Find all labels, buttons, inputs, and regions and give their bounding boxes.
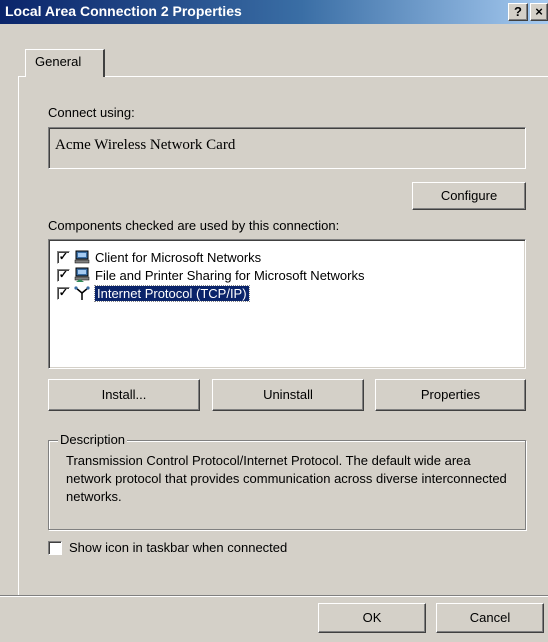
uninstall-button-label: Uninstall xyxy=(263,387,313,402)
cancel-button[interactable]: Cancel xyxy=(436,603,544,633)
component-label: Internet Protocol (TCP/IP) xyxy=(94,284,250,302)
tab-general[interactable]: General xyxy=(25,49,105,77)
component-checkbox[interactable]: ✓ xyxy=(57,250,70,264)
window-title: Local Area Connection 2 Properties xyxy=(5,3,242,19)
uninstall-button[interactable]: Uninstall xyxy=(212,379,364,411)
file-printer-sharing-icon xyxy=(74,267,90,282)
adapter-name-value: Acme Wireless Network Card xyxy=(55,137,236,153)
configure-button-label: Configure xyxy=(440,188,498,203)
component-checkbox[interactable]: ✓ xyxy=(57,268,70,282)
show-icon-label: Show icon in taskbar when connected xyxy=(69,540,288,555)
install-button-label: Install... xyxy=(101,387,147,402)
ok-button-label: OK xyxy=(362,610,382,625)
ok-button[interactable]: OK xyxy=(318,603,426,633)
component-label: File and Printer Sharing for Microsoft N… xyxy=(95,267,365,283)
components-list[interactable]: ✓ Client for Microsoft Networks ✓ File a… xyxy=(48,239,526,369)
description-legend: Description xyxy=(58,432,128,447)
help-button[interactable]: ? xyxy=(508,3,528,21)
tab-general-label: General xyxy=(35,54,82,69)
install-button[interactable]: Install... xyxy=(48,379,200,411)
list-item[interactable]: ✓ File and Printer Sharing for Microsoft… xyxy=(57,266,364,284)
list-item[interactable]: ✓ Client for Microsoft Networks xyxy=(57,248,261,266)
list-item-selected[interactable]: ✓ Internet Protocol (TCP/IP) xyxy=(57,284,250,302)
properties-button-label: Properties xyxy=(420,387,481,402)
component-label: Client for Microsoft Networks xyxy=(95,249,262,265)
cancel-button-label: Cancel xyxy=(469,610,511,625)
network-client-icon xyxy=(74,250,90,264)
description-text: Transmission Control Protocol/Internet P… xyxy=(66,453,507,504)
protocol-icon xyxy=(74,286,90,300)
connect-using-label: Connect using: xyxy=(48,105,135,120)
components-label: Components checked are used by this conn… xyxy=(48,218,340,233)
component-checkbox[interactable]: ✓ xyxy=(57,286,70,300)
close-button[interactable]: × xyxy=(530,3,548,21)
configure-button[interactable]: Configure xyxy=(412,182,526,210)
show-icon-checkbox[interactable] xyxy=(48,540,62,555)
adapter-name-field: Acme Wireless Network Card xyxy=(48,127,526,169)
properties-button[interactable]: Properties xyxy=(375,379,526,411)
footer-separator xyxy=(0,595,548,597)
show-icon-option[interactable]: Show icon in taskbar when connected xyxy=(48,540,287,555)
title-bar[interactable]: Local Area Connection 2 Properties ? × xyxy=(0,0,548,24)
